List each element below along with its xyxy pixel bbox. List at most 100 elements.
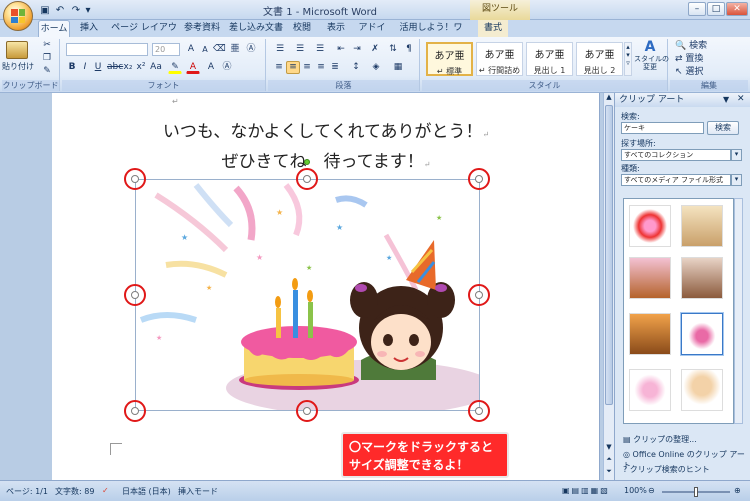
previous-page-icon[interactable]: ⏶ <box>604 455 614 465</box>
style-no-spacing[interactable]: あア亜 ↵ 行間詰め <box>476 42 523 76</box>
clip-thumb-7[interactable] <box>629 369 671 411</box>
resize-handle-top-center[interactable] <box>296 168 318 190</box>
enclosed-char-icon[interactable]: Ⓐ <box>244 43 258 56</box>
align-left-icon[interactable]: ≡ <box>272 61 286 74</box>
resize-handle-top-left[interactable] <box>124 168 146 190</box>
paste-label[interactable]: 貼り付け <box>2 61 34 72</box>
clip-search-button[interactable]: 検索 <box>707 121 739 135</box>
style-normal[interactable]: あア亜 ↵ 標準 <box>426 42 473 76</box>
tab-review[interactable]: 校閲 <box>290 20 314 37</box>
change-styles-button[interactable]: A スタイルの 変更 <box>634 39 669 77</box>
office-online-link[interactable]: ◎ Office Online のクリップ アート <box>623 449 750 470</box>
document-area[interactable]: ↵ いつも、なかよくしてくれてありがとう！↵ ぜひきてね 待ってます！↵ ★ ★… <box>52 93 602 480</box>
scroll-down-icon[interactable]: ▼ <box>604 443 614 453</box>
resize-handle-bottom-right[interactable] <box>468 400 490 422</box>
italic-icon[interactable]: I <box>79 61 91 74</box>
increase-indent-icon[interactable]: ⇥ <box>350 43 364 56</box>
tab-insert[interactable]: 挿入 <box>76 20 102 37</box>
clip-thumb-6[interactable] <box>681 313 723 355</box>
tab-home[interactable]: ホーム <box>38 20 70 37</box>
undo-icon[interactable]: ↶ <box>53 3 67 17</box>
grow-font-icon[interactable]: A <box>184 43 198 56</box>
char-shading-icon[interactable]: A <box>204 61 218 74</box>
highlight-icon[interactable]: ✎ <box>168 61 182 74</box>
office-button[interactable] <box>3 1 33 31</box>
scroll-thumb[interactable] <box>605 105 613 405</box>
shrink-font-icon[interactable]: A <box>198 43 212 56</box>
style-gallery-scroll[interactable]: ▴ ▾ ▿ <box>624 42 632 76</box>
maximize-button[interactable]: □ <box>707 2 725 16</box>
superscript-icon[interactable]: x² <box>135 61 147 74</box>
bold-icon[interactable]: B <box>66 61 78 74</box>
clip-thumb-2[interactable] <box>681 205 723 247</box>
align-right-icon[interactable]: ≡ <box>300 61 314 74</box>
greeting-line-1[interactable]: いつも、なかよくしてくれてありがとう！↵ <box>52 117 600 142</box>
insert-mode[interactable]: 挿入モード <box>178 486 218 497</box>
change-case-icon[interactable]: Aa <box>149 61 163 74</box>
borders-icon[interactable]: ▦ <box>390 61 406 74</box>
clip-thumb-5[interactable] <box>629 313 671 355</box>
inserted-picture[interactable]: ★ ★ ★ ★ ★ ★ ★ ★ ★ <box>135 179 480 411</box>
multilevel-list-icon[interactable]: ☰ <box>312 43 328 56</box>
type-select[interactable]: すべてのメディア ファイル形式 <box>621 174 731 186</box>
replace-button[interactable]: ⇄ 置換 <box>674 53 734 66</box>
location-dropdown-icon[interactable]: ▾ <box>731 149 742 161</box>
cut-icon[interactable]: ✂ <box>40 39 54 52</box>
subscript-icon[interactable]: x₂ <box>122 61 134 74</box>
zoom-slider-thumb[interactable] <box>694 487 698 497</box>
line-spacing-icon[interactable]: ↕ <box>348 61 364 74</box>
resize-handle-bottom-center[interactable] <box>296 400 318 422</box>
word-count[interactable]: 文字数: 89 <box>55 486 94 497</box>
show-marks-icon[interactable]: ¶ <box>402 43 416 56</box>
zoom-out-icon[interactable]: ⊖ <box>648 486 655 495</box>
clip-thumb-8[interactable] <box>681 369 723 411</box>
style-heading-1[interactable]: あア亜 見出し 1 <box>526 42 573 76</box>
select-button[interactable]: ↖ 選択 <box>674 66 734 79</box>
align-center-icon[interactable]: ≡ <box>286 61 300 74</box>
pane-menu-icon[interactable]: ▼ <box>723 95 729 104</box>
view-buttons-icon[interactable]: ▣▤▥▦▧ <box>562 486 610 495</box>
page-count[interactable]: ページ: 1/1 <box>6 486 48 497</box>
type-dropdown-icon[interactable]: ▾ <box>731 174 742 186</box>
pane-close-icon[interactable]: ✕ <box>737 94 745 104</box>
bullets-icon[interactable]: ☰ <box>272 43 288 56</box>
paste-icon[interactable] <box>6 41 28 59</box>
justify-icon[interactable]: ≡ <box>314 61 328 74</box>
zoom-in-icon[interactable]: ⊕ <box>734 486 741 495</box>
zoom-level[interactable]: 100% <box>624 486 647 495</box>
organize-clips-link[interactable]: ▤ クリップの整理... <box>623 434 697 446</box>
shading-icon[interactable]: ◈ <box>368 61 384 74</box>
tab-addins[interactable]: アドイン <box>356 20 388 50</box>
search-tips-link[interactable]: ? クリップ検索のヒント <box>623 464 710 476</box>
clip-thumb-3[interactable] <box>629 257 671 299</box>
save-icon[interactable]: ▣ <box>38 3 52 17</box>
tab-mailings[interactable]: 差し込み文書 <box>226 20 286 37</box>
phonetic-guide-icon[interactable]: 亜 <box>228 43 242 56</box>
font-size-combo[interactable]: 20 <box>152 43 180 56</box>
results-scrollbar[interactable] <box>734 198 743 424</box>
close-button[interactable]: ✕ <box>726 2 748 16</box>
resize-handle-middle-right[interactable] <box>468 284 490 306</box>
scroll-up-icon[interactable]: ▲ <box>604 93 614 103</box>
strikethrough-icon[interactable]: abc <box>106 61 123 74</box>
asian-layout-icon[interactable]: ✗ <box>368 43 382 56</box>
tab-references[interactable]: 参考資料 <box>182 20 222 37</box>
resize-handle-middle-left[interactable] <box>124 284 146 306</box>
font-name-combo[interactable] <box>66 43 148 56</box>
clip-results-list[interactable] <box>623 198 734 424</box>
tab-format[interactable]: 書式 <box>478 20 508 37</box>
language-status[interactable]: 日本語 (日本) <box>122 486 171 497</box>
clip-thumb-1[interactable] <box>629 205 671 247</box>
proofing-icon[interactable]: ✓ <box>102 486 109 495</box>
tab-view[interactable]: 表示 <box>324 20 348 37</box>
tab-katsuyou[interactable]: 活用しよう！ワード <box>396 20 466 50</box>
font-color-icon[interactable]: A <box>186 61 200 74</box>
find-button[interactable]: 🔍 検索 <box>674 40 734 53</box>
copy-icon[interactable]: ❐ <box>40 52 54 65</box>
style-heading-2[interactable]: あア亜 見出し 2 <box>576 42 623 76</box>
numbering-icon[interactable]: ☰ <box>292 43 308 56</box>
qat-customize-icon[interactable]: ▾ <box>84 3 92 17</box>
sort-icon[interactable]: ⇅ <box>386 43 400 56</box>
clip-thumb-4[interactable] <box>681 257 723 299</box>
distributed-icon[interactable]: ≣ <box>328 61 342 74</box>
